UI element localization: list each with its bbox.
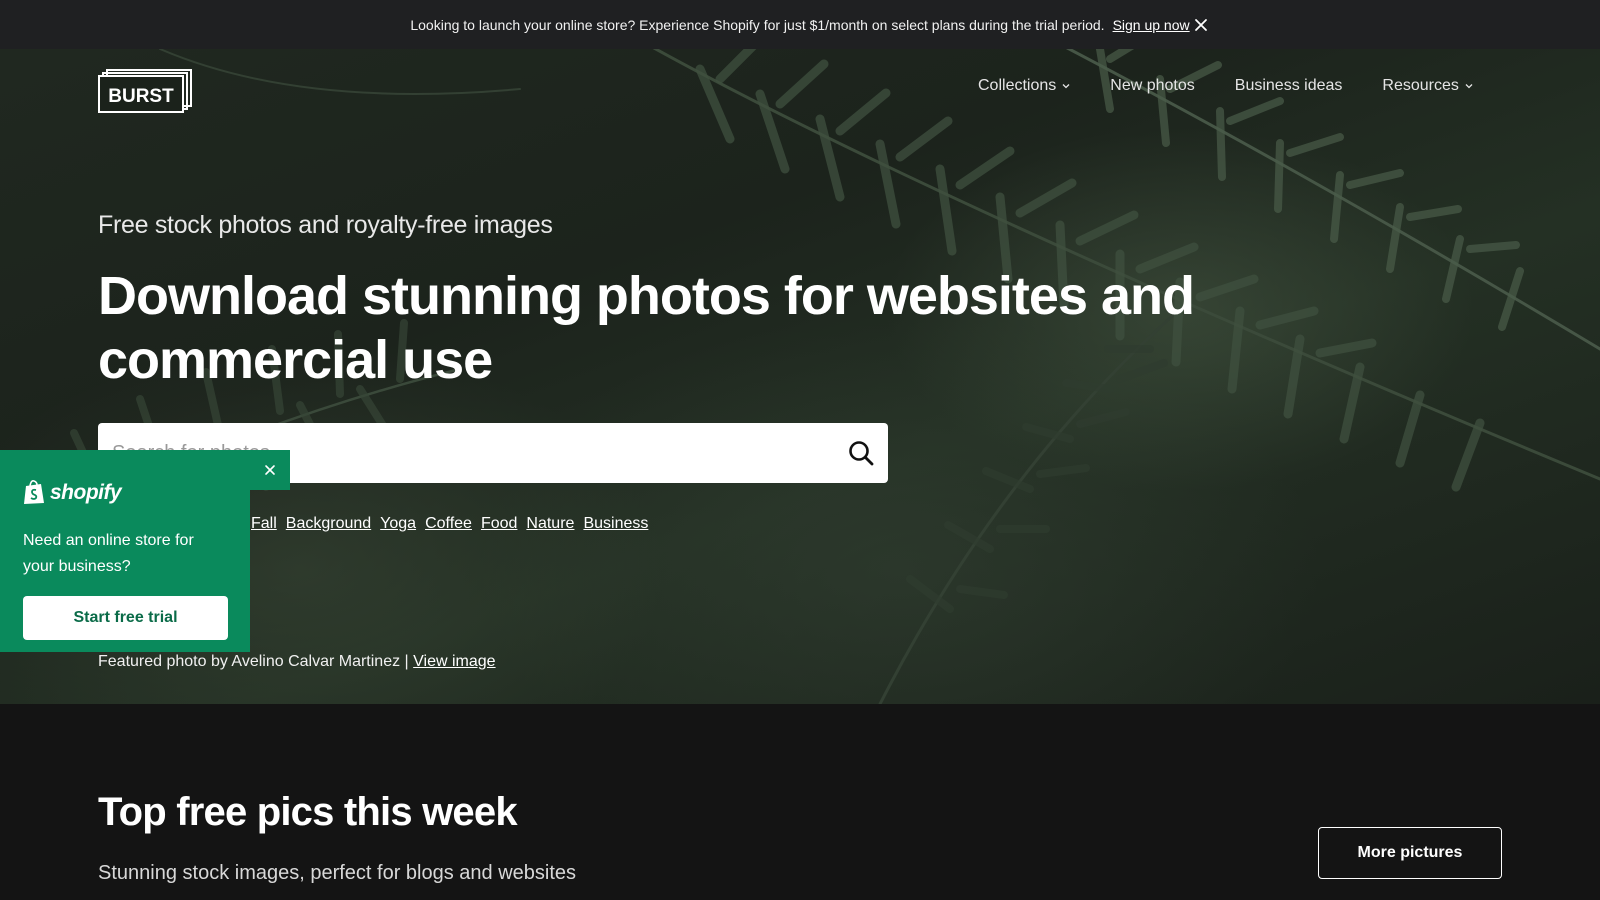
start-free-trial-button[interactable]: Start free trial [23, 596, 228, 640]
nav-business-ideas-label: Business ideas [1234, 77, 1343, 94]
shopify-popup: shopify Need an online store for your bu… [0, 450, 250, 652]
logo-text: BURST [108, 86, 174, 107]
tag-link[interactable]: Business [583, 515, 648, 533]
main-nav: Collections New photos Business ideas Re… [978, 77, 1473, 95]
nav-resources-label: Resources [1382, 77, 1459, 94]
shopify-wordmark: shopify [50, 480, 122, 504]
nav-new-photos-label: New photos [1110, 77, 1195, 94]
chevron-down-icon [1465, 84, 1473, 89]
tag-link[interactable]: Yoga [380, 515, 416, 533]
chevron-down-icon [1062, 84, 1070, 89]
search-icon[interactable] [848, 440, 874, 466]
photo-credit-text: Featured photo by Avelino Calvar Martine… [98, 653, 409, 670]
tag-link[interactable]: Food [481, 515, 517, 533]
close-icon[interactable] [1193, 17, 1209, 33]
shopify-logo: shopify [23, 480, 122, 505]
burst-logo[interactable]: BURST [98, 69, 192, 113]
hero-kicker: Free stock photos and royalty-free image… [98, 211, 553, 239]
tag-link[interactable]: Fall [251, 515, 277, 533]
section-subtitle: Stunning stock images, perfect for blogs… [98, 862, 577, 884]
tag-link[interactable]: Nature [526, 515, 574, 533]
shopify-bag-icon [24, 480, 44, 504]
view-image-link[interactable]: View image [413, 653, 495, 670]
shopify-popup-text: Need an online store for your business? [23, 532, 194, 575]
nav-collections-label: Collections [978, 77, 1057, 94]
announcement-signup-link[interactable]: Sign up now [1113, 17, 1190, 33]
nav-resources[interactable]: Resources [1382, 77, 1473, 95]
announcement-bar: Looking to launch your online store? Exp… [0, 0, 1600, 49]
popular-tags: Fall Background Yoga Coffee Food Nature … [251, 515, 648, 533]
section-title: Top free pics this week [98, 790, 518, 834]
nav-collections[interactable]: Collections [978, 77, 1070, 95]
close-icon [265, 465, 275, 475]
photo-credit: Featured photo by Avelino Calvar Martine… [98, 653, 496, 671]
announcement-message: Looking to launch your online store? Exp… [410, 16, 1105, 33]
tag-link[interactable]: Coffee [425, 515, 472, 533]
tag-link[interactable]: Background [286, 515, 371, 533]
shopify-popup-close-button[interactable] [250, 450, 290, 490]
hero-headline: Download stunning photos for websites an… [98, 266, 1195, 390]
nav-business-ideas[interactable]: Business ideas [1235, 77, 1343, 95]
more-pictures-button[interactable]: More pictures [1318, 827, 1502, 879]
nav-new-photos[interactable]: New photos [1110, 77, 1195, 95]
